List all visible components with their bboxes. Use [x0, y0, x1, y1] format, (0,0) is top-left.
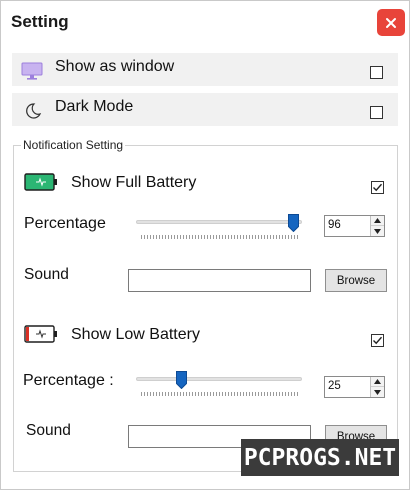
- full-battery-percentage-stepper[interactable]: 96: [324, 215, 385, 237]
- show-full-battery-checkbox[interactable]: [371, 181, 384, 194]
- low-battery-increment-button[interactable]: [371, 377, 384, 387]
- low-battery-percentage-label: Percentage :: [23, 372, 114, 389]
- full-battery-percentage-value: 96: [328, 219, 341, 231]
- show-full-battery-label: Show Full Battery: [71, 174, 197, 191]
- full-battery-icon: [24, 173, 57, 191]
- low-battery-sound-label: Sound: [26, 422, 71, 439]
- monitor-icon: [21, 62, 43, 80]
- full-battery-browse-button[interactable]: Browse: [325, 269, 387, 292]
- show-low-battery-label: Show Low Battery: [71, 326, 200, 343]
- full-battery-decrement-button[interactable]: [371, 226, 384, 236]
- full-battery-stepper-buttons: [370, 216, 384, 236]
- low-battery-stepper-buttons: [370, 377, 384, 397]
- caret-up-icon: [374, 379, 381, 384]
- watermark: PCPROGS.NET: [241, 439, 399, 476]
- window-title: Setting: [11, 12, 69, 31]
- low-battery-icon: [24, 325, 57, 343]
- settings-window: Setting Show as window Dark Mode Notific…: [0, 0, 410, 490]
- show-as-window-label: Show as window: [55, 58, 175, 75]
- low-battery-slider-ticks: [141, 392, 299, 396]
- close-icon: [386, 17, 396, 28]
- low-battery-slider-thumb[interactable]: [176, 371, 187, 389]
- moon-icon: [26, 103, 42, 119]
- caret-down-icon: [374, 389, 381, 395]
- dark-mode-label: Dark Mode: [55, 98, 134, 115]
- low-battery-percentage-stepper[interactable]: 25: [324, 376, 385, 398]
- caret-down-icon: [374, 228, 381, 234]
- dark-mode-checkbox[interactable]: [370, 106, 383, 119]
- full-battery-percentage-label: Percentage: [24, 215, 106, 232]
- low-battery-slider-track[interactable]: [136, 377, 302, 381]
- full-battery-slider-ticks: [141, 235, 299, 239]
- caret-up-icon: [374, 218, 381, 223]
- show-as-window-checkbox[interactable]: [370, 66, 383, 79]
- checkmark-icon: [373, 336, 383, 345]
- checkmark-icon: [373, 183, 383, 192]
- show-low-battery-checkbox[interactable]: [371, 334, 384, 347]
- full-battery-increment-button[interactable]: [371, 216, 384, 226]
- close-button[interactable]: [377, 9, 405, 36]
- low-battery-percentage-value: 25: [328, 380, 341, 392]
- full-battery-sound-input[interactable]: [128, 269, 311, 292]
- full-battery-sound-label: Sound: [24, 266, 69, 283]
- full-battery-slider-thumb[interactable]: [288, 214, 299, 232]
- full-battery-slider-track[interactable]: [136, 220, 302, 224]
- dark-mode-row[interactable]: Dark Mode: [12, 93, 398, 126]
- show-as-window-row[interactable]: Show as window: [12, 53, 398, 86]
- notification-group-title: Notification Setting: [21, 138, 126, 152]
- low-battery-decrement-button[interactable]: [371, 387, 384, 397]
